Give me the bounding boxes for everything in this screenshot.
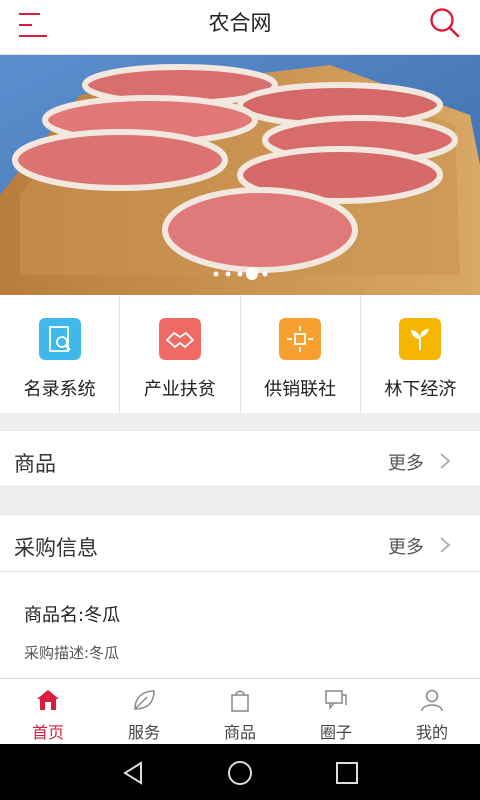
banner-image xyxy=(0,55,480,295)
bag-icon xyxy=(231,690,249,712)
directory-icon xyxy=(38,318,81,360)
recents-icon[interactable] xyxy=(334,760,360,786)
banner-carousel[interactable] xyxy=(0,55,480,295)
category-grid: 名录系统 产业扶贫 供销联社 林下经济 xyxy=(0,295,480,413)
menu-icon[interactable] xyxy=(16,10,50,44)
goods-section-header: 商品 更多 xyxy=(0,430,480,487)
home-circle-icon[interactable] xyxy=(227,760,253,786)
tab-label: 圈子 xyxy=(319,723,352,742)
user-icon xyxy=(421,689,443,712)
goods-more-link[interactable]: 更多 xyxy=(388,449,424,475)
tab-label: 首页 xyxy=(31,723,64,742)
section-title: 采购信息 xyxy=(14,536,98,560)
purchase-more-link[interactable]: 更多 xyxy=(388,533,424,559)
category-supply-cooperative[interactable]: 供销联社 xyxy=(241,295,361,413)
leaf-icon xyxy=(134,690,155,710)
category-label: 林下经济 xyxy=(384,379,457,400)
chevron-right-icon[interactable] xyxy=(438,535,452,555)
category-label: 供销联社 xyxy=(264,379,337,400)
chat-icon xyxy=(325,690,347,711)
category-poverty-relief[interactable]: 产业扶贫 xyxy=(120,295,241,413)
category-directory[interactable]: 名录系统 xyxy=(0,295,121,413)
tab-circle[interactable]: 圈子 xyxy=(288,679,384,744)
back-icon[interactable] xyxy=(120,760,146,786)
chevron-right-icon[interactable] xyxy=(438,451,452,471)
purchase-item-name: 商品名:冬瓜 xyxy=(24,605,121,626)
page-title: 农合网 xyxy=(208,11,272,35)
category-label: 名录系统 xyxy=(23,379,96,400)
tab-label: 商品 xyxy=(223,723,256,742)
category-label: 产业扶贫 xyxy=(143,379,216,400)
tab-home[interactable]: 首页 xyxy=(0,679,96,744)
tab-service[interactable]: 服务 xyxy=(96,679,192,744)
network-icon xyxy=(279,318,322,360)
app-header: 农合网 xyxy=(0,0,480,55)
purchase-item-description: 采购描述:冬瓜 xyxy=(24,644,120,662)
tab-label: 服务 xyxy=(127,723,160,742)
tab-goods[interactable]: 商品 xyxy=(192,679,288,744)
tab-label: 我的 xyxy=(415,723,448,742)
sprout-icon xyxy=(399,318,442,360)
search-icon[interactable] xyxy=(428,6,462,40)
purchase-list-item[interactable]: 商品名:冬瓜 采购描述:冬瓜 xyxy=(0,572,480,678)
category-forest-economy[interactable]: 林下经济 xyxy=(361,295,480,413)
tab-mine[interactable]: 我的 xyxy=(384,679,480,744)
handshake-icon xyxy=(158,318,201,360)
bottom-tab-bar: 首页 服务 商品 圈子 我的 xyxy=(0,678,480,744)
purchase-section-header: 采购信息 更多 xyxy=(0,514,480,572)
carousel-dots[interactable] xyxy=(210,266,280,282)
home-icon xyxy=(37,690,59,710)
system-navigation-bar xyxy=(0,744,480,800)
section-title: 商品 xyxy=(14,452,56,476)
